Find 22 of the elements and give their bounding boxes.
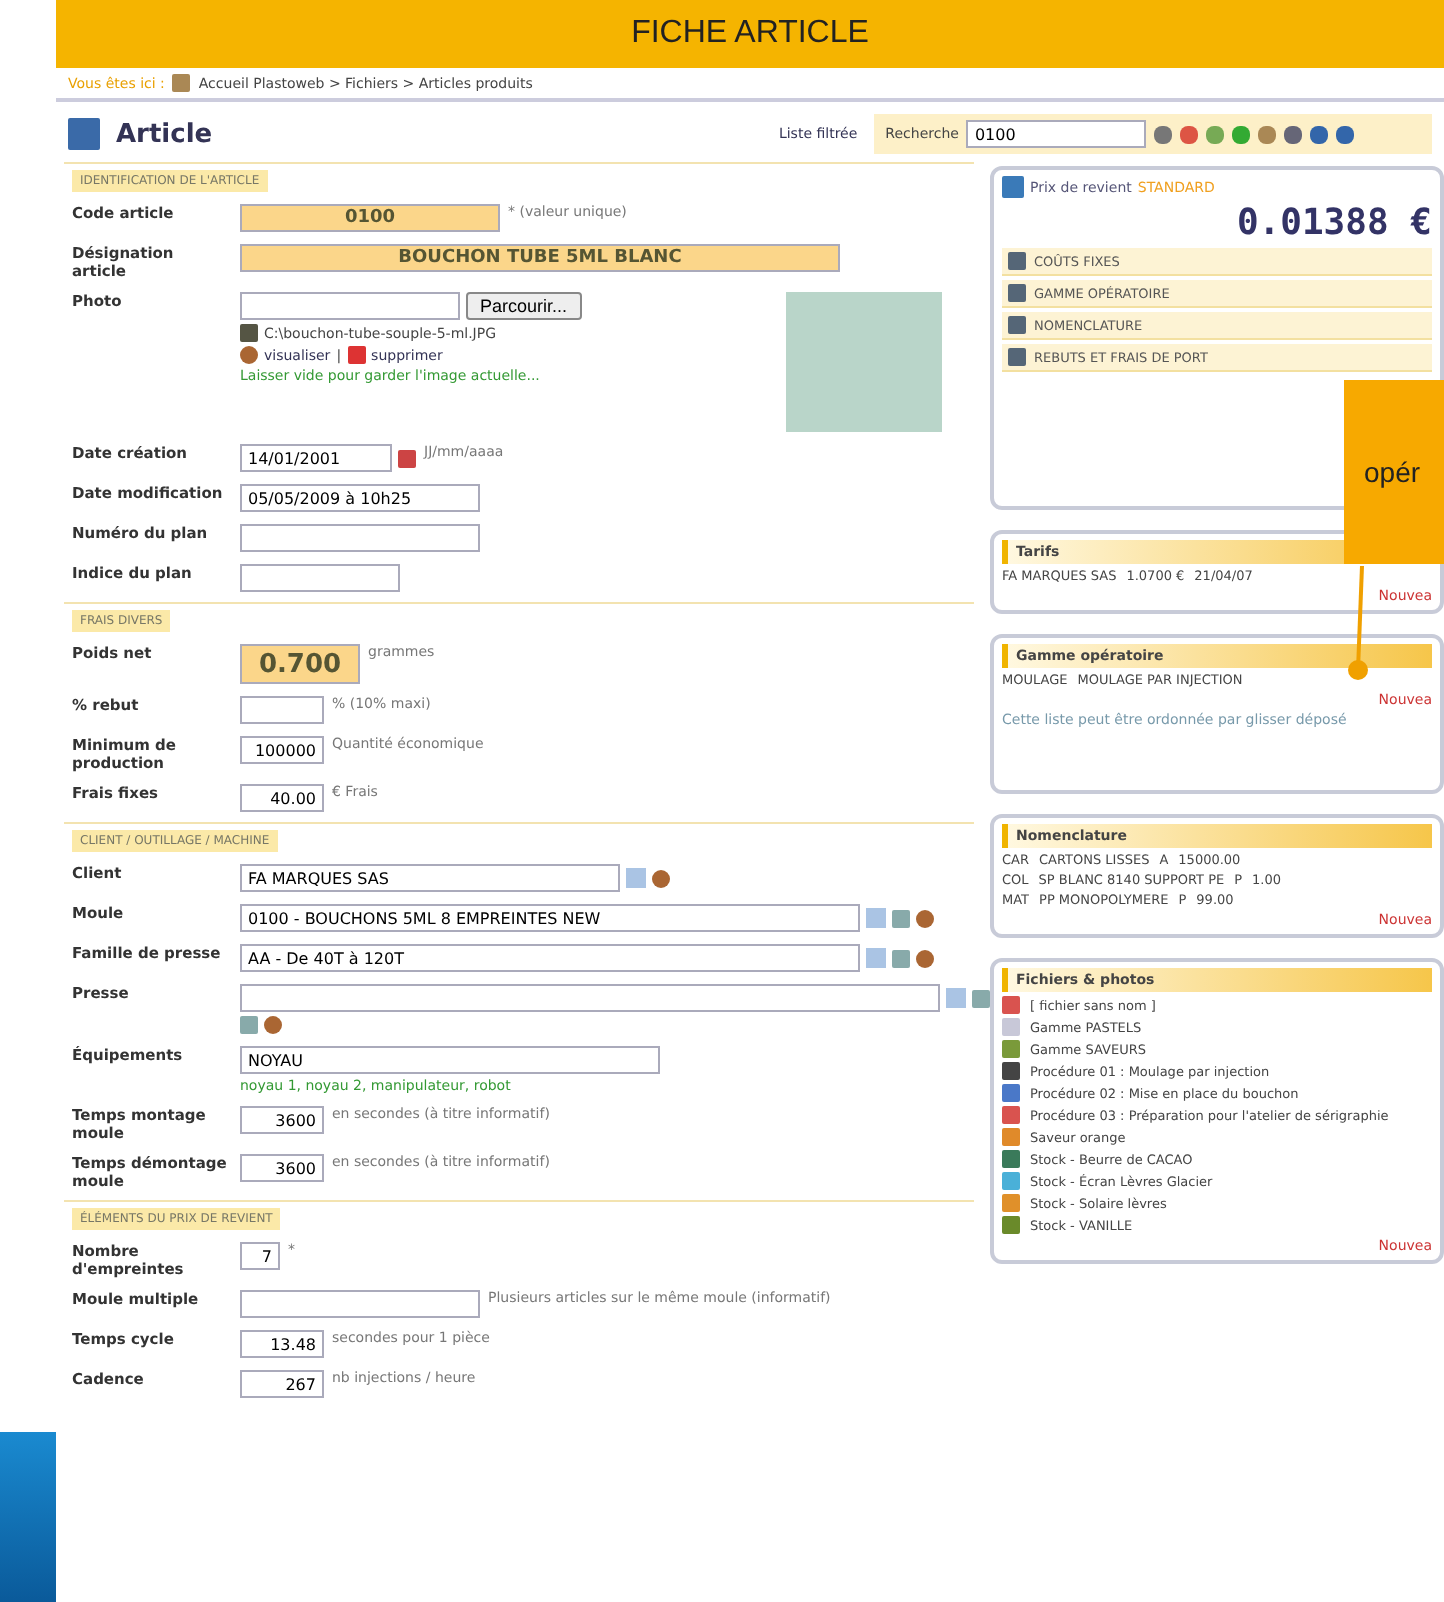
select-field[interactable]: AA - De 40T à 120T bbox=[240, 944, 860, 972]
input-field[interactable]: NOYAU bbox=[240, 1046, 660, 1074]
input-field[interactable]: 13.48 bbox=[240, 1330, 324, 1358]
select-field[interactable]: 0100 - BOUCHONS 5ML 8 EMPREINTES NEW bbox=[240, 904, 860, 932]
input-field[interactable]: 3600 bbox=[240, 1106, 324, 1134]
browse-button[interactable]: Parcourir... bbox=[466, 292, 582, 320]
input-field[interactable]: 0100 bbox=[240, 204, 500, 232]
input-field[interactable]: 40.00 bbox=[240, 784, 324, 812]
input-field[interactable]: 0.700 bbox=[240, 644, 360, 684]
callout-box: opér bbox=[1344, 380, 1444, 564]
input-field[interactable]: BOUCHON TUBE 5ML BLANC bbox=[240, 244, 840, 272]
date-field[interactable]: 14/01/2001 bbox=[240, 444, 392, 472]
input-field[interactable]: 100000 bbox=[240, 736, 324, 764]
input-field[interactable]: 05/05/2009 à 10h25 bbox=[240, 484, 480, 512]
banner-title: FICHE ARTICLE bbox=[56, 0, 1444, 68]
input-field[interactable]: 7 bbox=[240, 1242, 280, 1270]
search-field[interactable]: 0100 bbox=[966, 120, 1147, 148]
select-field[interactable]: FA MARQUES SAS bbox=[240, 864, 620, 892]
page-title: Article bbox=[116, 119, 213, 149]
input-field[interactable]: 267 bbox=[240, 1370, 324, 1398]
cost-value: 0.01388 € bbox=[1234, 202, 1432, 244]
input-field[interactable]: 3600 bbox=[240, 1154, 324, 1182]
